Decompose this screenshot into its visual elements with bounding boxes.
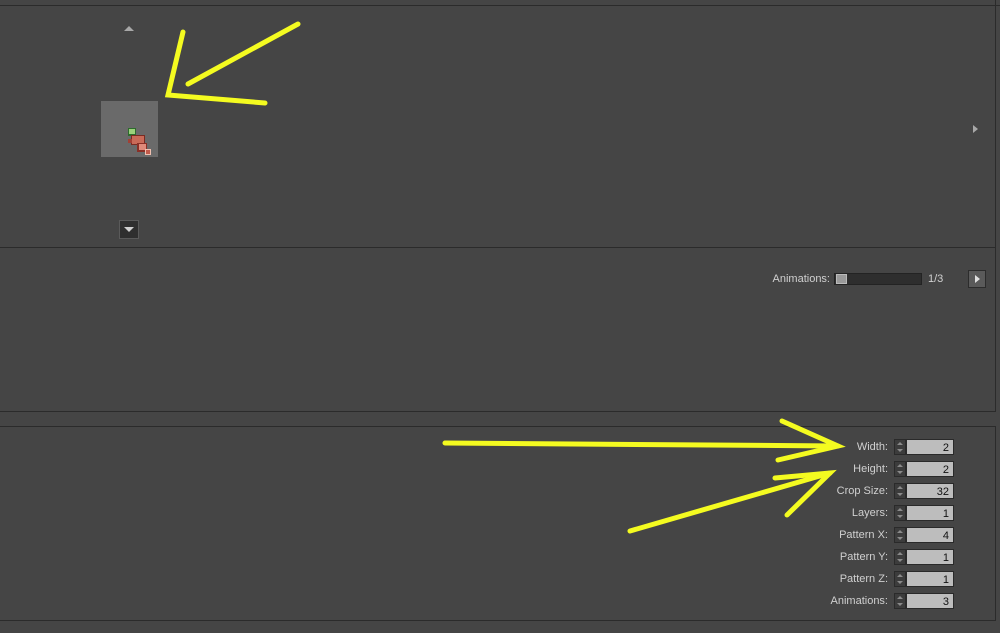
properties-top-divider xyxy=(0,426,996,427)
annotation-arrow-preview xyxy=(164,21,301,106)
property-row: Pattern X: 4 xyxy=(780,526,960,544)
bottom-divider xyxy=(0,620,996,621)
spinner-up-icon[interactable] xyxy=(897,530,903,533)
property-row: Crop Size: 32 xyxy=(780,482,960,500)
property-value-field[interactable]: 1 xyxy=(906,505,954,521)
triangle-down-icon xyxy=(124,227,134,232)
top-divider xyxy=(0,5,1000,6)
spinner-up-icon[interactable] xyxy=(897,486,903,489)
property-value-field[interactable]: 4 xyxy=(906,527,954,543)
spinner-down-icon[interactable] xyxy=(897,493,903,496)
spinner-down-icon[interactable] xyxy=(897,515,903,518)
spinner-down-icon[interactable] xyxy=(897,603,903,606)
character-sprite-icon xyxy=(128,128,151,155)
property-value-field[interactable]: 32 xyxy=(906,483,954,499)
sprite-preview[interactable] xyxy=(101,101,158,157)
spinner-up-icon[interactable] xyxy=(897,552,903,555)
property-label: Width: xyxy=(856,441,888,453)
property-row: Pattern Z: 1 xyxy=(780,570,960,588)
property-value-field[interactable]: 2 xyxy=(906,439,954,455)
property-row: Width: 2 xyxy=(780,438,960,456)
spinner-arrows[interactable] xyxy=(894,549,906,565)
property-label: Pattern Y: xyxy=(839,551,888,563)
property-value-field[interactable]: 2 xyxy=(906,461,954,477)
property-row: Layers: 1 xyxy=(780,504,960,522)
spinner-down-icon[interactable] xyxy=(897,449,903,452)
property-label: Crop Size: xyxy=(836,485,888,497)
property-value-field[interactable]: 1 xyxy=(906,571,954,587)
scroll-down-button[interactable] xyxy=(119,220,139,239)
spinner-up-icon[interactable] xyxy=(897,596,903,599)
spinner-arrows[interactable] xyxy=(894,461,906,477)
spinner-arrows[interactable] xyxy=(894,483,906,499)
property-row: Pattern Y: 1 xyxy=(780,548,960,566)
play-button[interactable] xyxy=(968,270,986,288)
spinner-arrows[interactable] xyxy=(894,505,906,521)
property-label: Animations: xyxy=(830,595,888,607)
animations-label: Animations: xyxy=(772,273,830,285)
property-value-field[interactable]: 3 xyxy=(906,593,954,609)
spinner-down-icon[interactable] xyxy=(897,537,903,540)
spinner-arrows[interactable] xyxy=(894,527,906,543)
right-border-lower xyxy=(995,426,996,621)
spinner-arrows[interactable] xyxy=(894,439,906,455)
triangle-up-icon xyxy=(124,26,134,31)
property-label: Pattern Z: xyxy=(839,573,888,585)
slider-thumb[interactable] xyxy=(836,274,847,284)
right-border xyxy=(995,0,996,412)
property-label: Height: xyxy=(853,463,888,475)
spinner-down-icon[interactable] xyxy=(897,581,903,584)
spinner-up-icon[interactable] xyxy=(897,442,903,445)
scroll-up-button[interactable] xyxy=(123,23,135,33)
spinner-down-icon[interactable] xyxy=(897,559,903,562)
middle-divider xyxy=(0,411,996,412)
spinner-arrows[interactable] xyxy=(894,571,906,587)
triangle-right-icon xyxy=(973,125,978,133)
spinner-down-icon[interactable] xyxy=(897,471,903,474)
property-label: Layers: xyxy=(851,507,888,519)
property-value-field[interactable]: 1 xyxy=(906,549,954,565)
animation-slider[interactable] xyxy=(834,273,922,285)
property-row: Animations: 3 xyxy=(780,592,960,610)
property-row: Height: 2 xyxy=(780,460,960,478)
spinner-up-icon[interactable] xyxy=(897,508,903,511)
play-icon xyxy=(975,275,980,283)
next-direction-button[interactable] xyxy=(970,123,980,135)
spinner-up-icon[interactable] xyxy=(897,574,903,577)
property-label: Pattern X: xyxy=(839,529,888,541)
animation-counter: 1/3 xyxy=(928,273,944,285)
preview-divider xyxy=(0,247,996,248)
spinner-arrows[interactable] xyxy=(894,593,906,609)
spinner-up-icon[interactable] xyxy=(897,464,903,467)
